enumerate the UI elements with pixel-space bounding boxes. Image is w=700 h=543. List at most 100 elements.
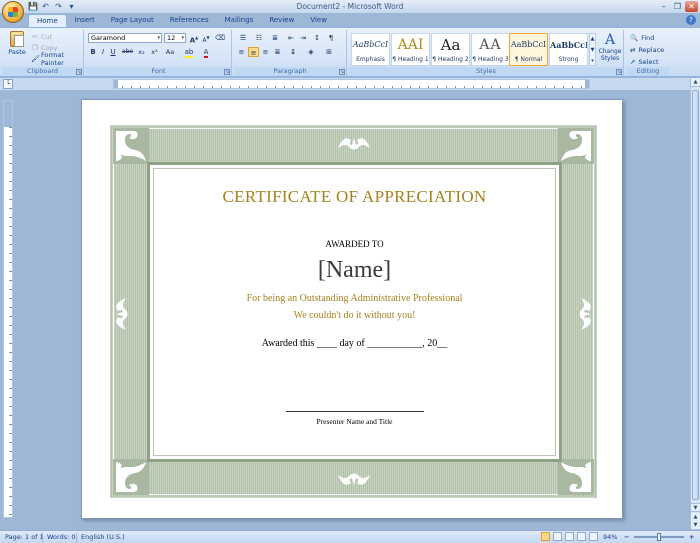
line-spacing-icon[interactable]: ↨ — [287, 47, 299, 57]
office-button[interactable] — [2, 1, 24, 23]
change-styles-button[interactable]: A Change Styles — [598, 32, 622, 66]
tab-view[interactable]: View — [302, 14, 335, 27]
borders-icon[interactable]: ⊞ — [322, 47, 336, 57]
clipboard-launcher-icon[interactable]: ↘ — [76, 69, 82, 75]
align-center-icon[interactable]: ≡ — [248, 47, 259, 57]
italic-button[interactable]: I — [99, 47, 107, 57]
close-button[interactable]: ✕ — [685, 1, 698, 12]
zoom-out-icon[interactable]: − — [624, 533, 629, 541]
draft-icon[interactable] — [589, 532, 598, 541]
dropdown-icon: ▾ — [157, 35, 160, 41]
scroll-thumb[interactable] — [692, 90, 699, 500]
replace-icon: ⇄ — [630, 45, 636, 54]
style-heading-1[interactable]: AAI ¶ Heading 1 — [391, 33, 430, 66]
page-count[interactable]: Page: 1 of 1 — [5, 533, 44, 541]
reason-line-2[interactable]: We couldn't do it without you! — [150, 310, 559, 321]
tab-page-layout[interactable]: Page Layout — [103, 14, 162, 27]
font-group-label: Font — [86, 67, 231, 76]
font-color-button[interactable]: A — [200, 47, 212, 58]
help-icon[interactable]: ? — [686, 15, 696, 25]
reason-line-1[interactable]: For being an Outstanding Administrative … — [150, 293, 559, 304]
justify-icon[interactable]: ≣ — [272, 47, 283, 57]
font-launcher-icon[interactable]: ↘ — [224, 69, 230, 75]
style-heading-2[interactable]: Aa ¶ Heading 2 — [431, 33, 470, 66]
clear-formatting-icon[interactable]: ⌫ — [214, 33, 226, 43]
align-right-icon[interactable]: ≡ — [260, 47, 271, 57]
clipboard-group: Paste ✂ Cut ❐ Copy 🖌 Format Painter Clip… — [2, 30, 84, 76]
tab-references[interactable]: References — [162, 14, 217, 27]
corner-ornament-icon — [558, 459, 594, 495]
shrink-font-button[interactable]: A▼ — [201, 33, 211, 44]
multilevel-list-icon[interactable]: ≣ — [268, 33, 282, 43]
styles-launcher-icon[interactable]: ↘ — [616, 69, 622, 75]
increase-indent-icon[interactable]: ⇥ — [298, 33, 308, 43]
grow-font-button[interactable]: A▲ — [189, 33, 199, 44]
minimize-button[interactable]: – — [657, 1, 670, 12]
window-title: Document2 - Microsoft Word — [296, 2, 404, 11]
bullets-icon[interactable]: ☰ — [236, 33, 250, 43]
cut-button[interactable]: ✂ Cut — [31, 32, 52, 42]
view-buttons — [541, 532, 598, 541]
copy-icon: ❐ — [31, 44, 39, 52]
document-page[interactable]: CERTIFICATE OF APPRECIATION AWARDED TO [… — [81, 99, 623, 519]
editing-group-label: Editing — [626, 67, 670, 76]
zoom-in-icon[interactable]: + — [689, 533, 694, 541]
signature-label[interactable]: Presenter Name and Title — [150, 417, 559, 426]
style-strong[interactable]: AaBbCcI Strong — [549, 33, 588, 66]
awarded-to-label[interactable]: AWARDED TO — [150, 239, 559, 249]
tab-home[interactable]: Home — [28, 14, 67, 27]
decrease-indent-icon[interactable]: ⇤ — [286, 33, 296, 43]
language-indicator[interactable]: English (U.S.) — [81, 533, 125, 541]
show-marks-icon[interactable]: ¶ — [326, 33, 336, 43]
style-normal[interactable]: AaBbCcI ¶ Normal — [509, 33, 548, 66]
paste-button[interactable]: Paste — [6, 31, 28, 65]
word-count[interactable]: Words: 0 — [47, 533, 76, 541]
certificate-title[interactable]: CERTIFICATE OF APPRECIATION — [150, 187, 559, 207]
scroll-down-icon[interactable]: ▼ — [691, 503, 700, 512]
superscript-button[interactable]: x² — [149, 47, 160, 57]
vertical-ruler[interactable] — [3, 100, 13, 518]
cursor-icon: ➚ — [630, 57, 636, 66]
underline-button[interactable]: U — [109, 47, 117, 57]
tab-selector-icon[interactable]: └ — [3, 79, 13, 89]
horizontal-ruler[interactable] — [113, 79, 590, 89]
top-ornament-icon — [338, 138, 370, 150]
ruler-bar: └ — [0, 78, 700, 91]
ruler-left-margin — [114, 80, 118, 88]
vertical-scrollbar[interactable]: ▲ ▼ ▲ ▼ — [690, 78, 700, 530]
award-date-line[interactable]: Awarded this ____ day of ___________, 20… — [150, 338, 559, 349]
print-layout-icon[interactable] — [541, 532, 550, 541]
shading-icon[interactable]: ◈ — [304, 47, 318, 57]
full-screen-icon[interactable] — [553, 532, 562, 541]
subscript-button[interactable]: x₂ — [136, 47, 147, 57]
find-button[interactable]: 🔍 Find — [630, 32, 654, 43]
styles-scroll[interactable]: ▲ ▼ ▾ — [589, 33, 596, 66]
zoom-slider-thumb[interactable] — [657, 533, 661, 541]
style-emphasis[interactable]: AaBbCcI Emphasis — [351, 33, 390, 66]
next-page-icon[interactable]: ▼ — [691, 521, 700, 530]
tab-insert[interactable]: Insert — [67, 14, 103, 27]
select-button[interactable]: ➚ Select — [630, 56, 659, 67]
style-heading-3[interactable]: AA ¶ Heading 3 — [471, 33, 510, 66]
replace-button[interactable]: ⇄ Replace — [630, 44, 664, 55]
numbering-icon[interactable]: ☷ — [252, 33, 266, 43]
tab-review[interactable]: Review — [261, 14, 302, 27]
font-family-select[interactable]: Garamond ▾ — [88, 33, 162, 43]
scroll-up-icon[interactable]: ▲ — [691, 78, 700, 87]
format-painter-button[interactable]: 🖌 Format Painter — [31, 51, 83, 67]
bold-button[interactable]: B — [89, 47, 97, 57]
maximize-button[interactable]: ❐ — [671, 1, 684, 12]
zoom-level[interactable]: 94% — [603, 533, 617, 541]
paragraph-launcher-icon[interactable]: ↘ — [339, 69, 345, 75]
recipient-name[interactable]: [Name] — [150, 257, 559, 284]
tab-mailings[interactable]: Mailings — [217, 14, 262, 27]
highlight-icon[interactable]: ab — [182, 47, 196, 58]
outline-icon[interactable] — [577, 532, 586, 541]
strikethrough-button[interactable]: abe — [121, 47, 134, 57]
sort-icon[interactable]: ↕ — [312, 33, 322, 43]
ruler-top-margin — [4, 101, 12, 127]
font-size-select[interactable]: 12 ▾ — [164, 33, 186, 43]
web-layout-icon[interactable] — [565, 532, 574, 541]
change-case-button[interactable]: Aa — [163, 47, 177, 57]
align-left-icon[interactable]: ≡ — [236, 47, 247, 57]
